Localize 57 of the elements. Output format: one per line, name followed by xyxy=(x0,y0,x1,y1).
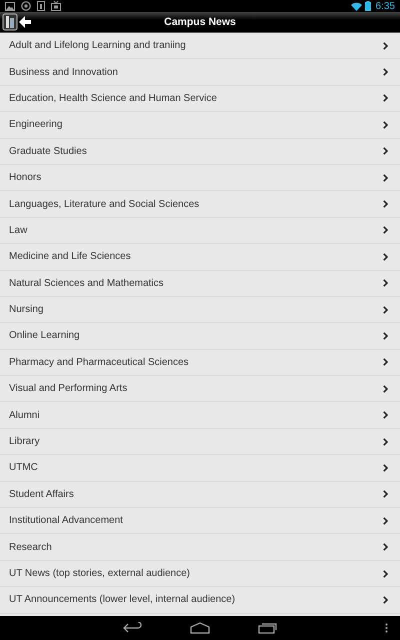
picture-notification-icon xyxy=(5,2,15,10)
chevron-right-icon xyxy=(383,279,388,288)
chevron-right-icon xyxy=(383,358,388,366)
back-button[interactable] xyxy=(0,12,34,32)
chevron-right-icon xyxy=(383,306,388,314)
chevron-right-icon xyxy=(383,94,388,102)
chevron-right-icon xyxy=(383,68,388,76)
chevron-right-icon xyxy=(383,570,388,578)
news-category-item[interactable]: Student Affairs xyxy=(0,482,400,508)
chevron-right-icon xyxy=(383,332,388,340)
news-category-item[interactable]: Visual and Performing Arts xyxy=(0,376,400,402)
chevron-right-icon xyxy=(383,464,388,472)
news-category-item[interactable]: Education, Health Science and Human Service xyxy=(0,86,400,112)
news-category-item[interactable]: Graduate Studies xyxy=(0,138,400,165)
chevron-right-icon xyxy=(383,42,388,50)
chevron-right-icon xyxy=(383,596,388,604)
chevron-right-icon xyxy=(383,147,388,156)
news-category-item[interactable]: UT News (top stories, external audience) xyxy=(0,560,400,588)
news-category-item[interactable]: Business and Innovation xyxy=(0,59,400,86)
news-category-item[interactable]: Pharmacy and Pharmaceutical Sciences xyxy=(0,350,400,376)
news-category-item[interactable]: Adult and Lifelong Learning and traniing xyxy=(0,33,400,60)
news-category-item[interactable]: Online Learning xyxy=(0,323,400,350)
phone-notification-icon xyxy=(37,1,45,11)
news-category-item[interactable]: UTMC xyxy=(0,455,400,482)
clock-time: 6:35 xyxy=(376,0,395,12)
chevron-right-icon xyxy=(383,174,388,182)
news-category-item[interactable]: Languages, Literature and Social Sciences xyxy=(0,191,400,218)
back-nav-button[interactable] xyxy=(122,622,142,634)
battery-icon xyxy=(364,1,371,11)
recent-apps-button[interactable] xyxy=(258,622,278,634)
chevron-right-icon xyxy=(383,516,388,525)
news-category-item[interactable]: Research xyxy=(0,534,400,561)
screen-title: Campus News xyxy=(164,16,236,28)
news-category-item[interactable]: Law xyxy=(0,218,400,244)
wifi-icon xyxy=(350,2,362,10)
chevron-right-icon xyxy=(383,384,388,393)
news-category-item[interactable]: Natural Sciences and Mathematics xyxy=(0,270,400,297)
news-category-item[interactable]: Honors xyxy=(0,164,400,192)
news-category-item[interactable]: Institutional Advancement xyxy=(0,508,400,534)
chevron-right-icon xyxy=(383,438,388,446)
browser-notification-icon xyxy=(21,1,31,11)
news-category-item[interactable]: Engineering xyxy=(0,112,400,139)
chevron-right-icon xyxy=(383,252,388,261)
news-category-item[interactable]: Medicine and Life Sciences xyxy=(0,244,400,271)
news-category-item[interactable]: Library xyxy=(0,428,400,456)
overflow-menu-button[interactable] xyxy=(385,623,388,633)
chevron-right-icon xyxy=(383,411,388,420)
chevron-right-icon xyxy=(383,120,388,129)
news-category-item[interactable]: UT Announcements (lower level, internal audience) xyxy=(0,587,400,614)
news-category-item[interactable]: Nursing xyxy=(0,296,400,324)
chevron-right-icon xyxy=(383,543,388,552)
home-nav-button[interactable] xyxy=(190,622,210,634)
news-category-item[interactable]: Alumni xyxy=(0,402,400,429)
tv-notification-icon xyxy=(51,1,61,11)
chevron-right-icon xyxy=(383,226,388,234)
chevron-right-icon xyxy=(383,200,388,208)
chevron-right-icon xyxy=(383,490,388,498)
